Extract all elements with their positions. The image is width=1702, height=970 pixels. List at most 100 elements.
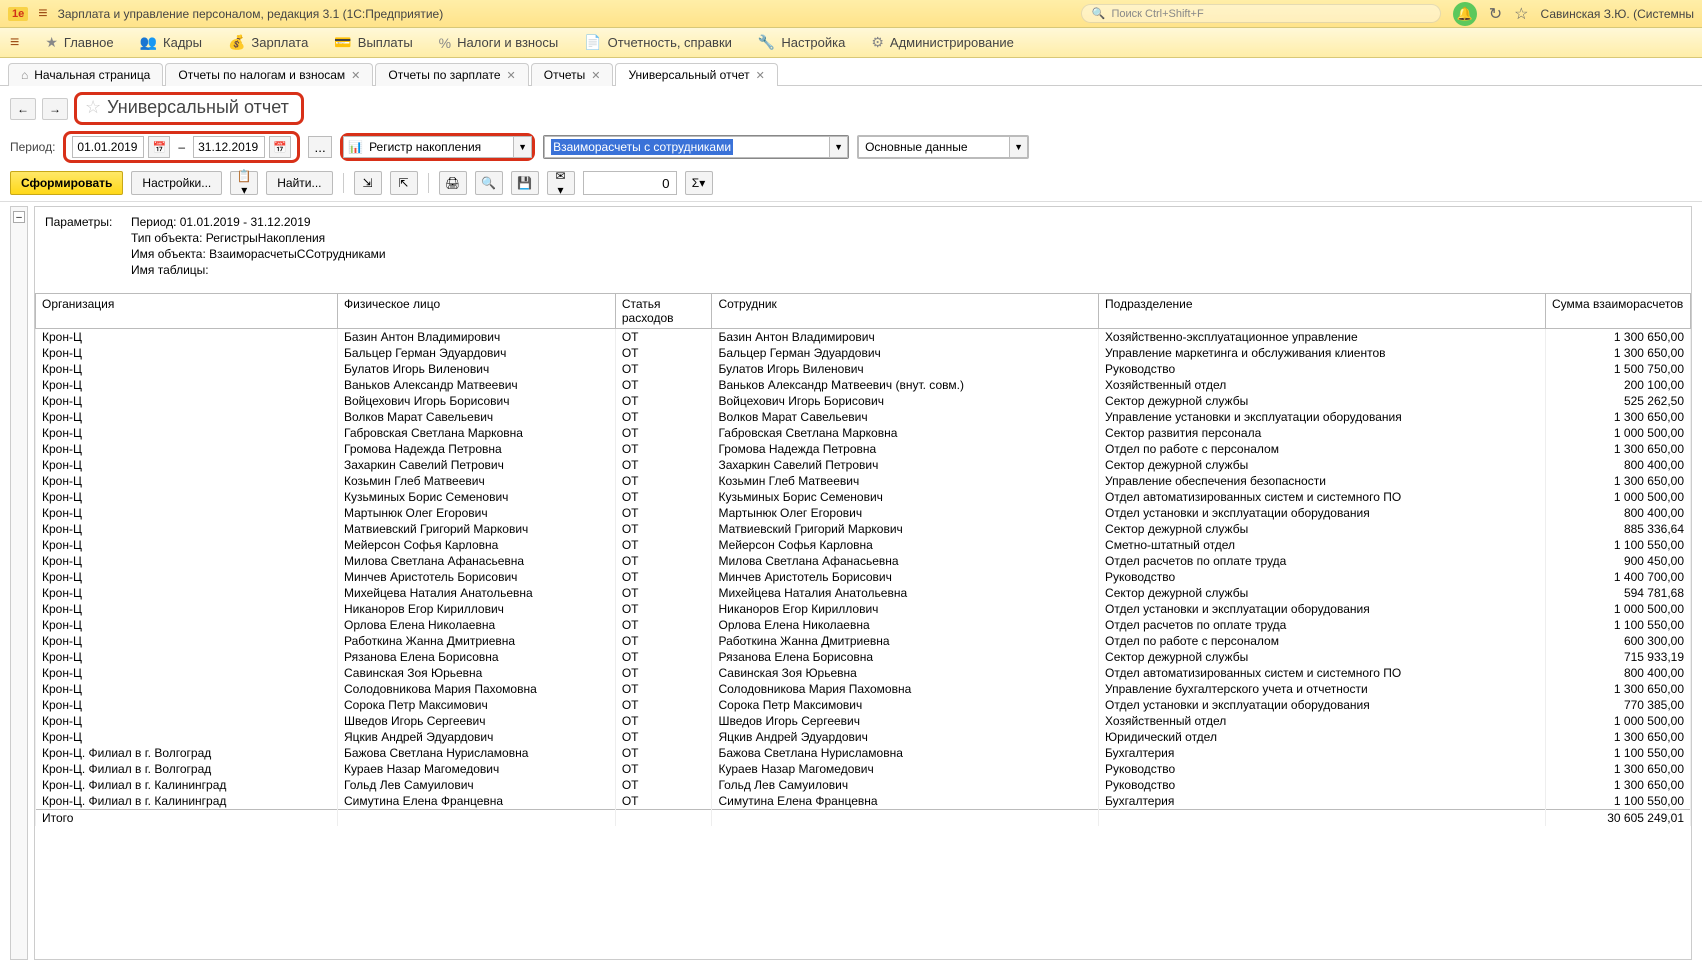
menu-item-kadry[interactable]: 👥Кадры xyxy=(140,34,202,51)
table-row[interactable]: Крон-ЦСорока Петр МаксимовичОТСорока Пет… xyxy=(36,697,1691,713)
table-row[interactable]: Крон-Ц. Филиал в г. ВолгоградКураев Наза… xyxy=(36,761,1691,777)
table-row[interactable]: Крон-Ц. Филиал в г. ВолгоградБажова Свет… xyxy=(36,745,1691,761)
th-podr[interactable]: Подразделение xyxy=(1099,294,1546,329)
collapse-button[interactable]: ⇱ xyxy=(390,171,418,195)
tab[interactable]: Универсальный отчет ✕ xyxy=(615,63,777,86)
table-row[interactable]: Крон-ЦМинчев Аристотель БорисовичОТМинче… xyxy=(36,569,1691,585)
date-from-input[interactable] xyxy=(72,136,144,158)
tab[interactable]: ⌂Начальная страница xyxy=(8,63,163,86)
th-sum[interactable]: Сумма взаиморасчетов xyxy=(1546,294,1691,329)
menu-item-nastroika[interactable]: 🔧Настройка xyxy=(758,34,845,51)
nav-forward-button[interactable]: → xyxy=(42,98,68,120)
star-outline-icon[interactable]: ☆ xyxy=(85,97,101,118)
table-row[interactable]: Крон-ЦМейерсон Софья КарловнаОТМейерсон … xyxy=(36,537,1691,553)
table-row[interactable]: Крон-ЦЗахаркин Савелий ПетровичОТЗахарки… xyxy=(36,457,1691,473)
table-row[interactable]: Крон-ЦЯцкив Андрей ЭдуардовичОТЯцкив Анд… xyxy=(36,729,1691,745)
table-row[interactable]: Крон-ЦБазин Антон ВладимировичОТБазин Ан… xyxy=(36,329,1691,346)
param-table: Имя таблицы: xyxy=(131,263,209,277)
table-row[interactable]: Крон-ЦБулатов Игорь ВиленовичОТБулатов И… xyxy=(36,361,1691,377)
tabs-bar: ⌂Начальная страницаОтчеты по налогам и в… xyxy=(0,58,1702,86)
calendar-to-icon[interactable]: 📅 xyxy=(269,136,291,158)
object-combo[interactable]: Взаиморасчеты с сотрудниками ▼ xyxy=(543,135,849,159)
table-row[interactable]: Крон-ЦМатвиевский Григорий МарковичОТМат… xyxy=(36,521,1691,537)
user-name: Савинская З.Ю. (Системны xyxy=(1541,7,1694,21)
expand-button[interactable]: ⇲ xyxy=(354,171,382,195)
tab[interactable]: Отчеты ✕ xyxy=(531,63,614,86)
register-combo[interactable]: 📊 Регистр накопления ▼ xyxy=(340,133,535,161)
menu-item-zarplata[interactable]: 💰Зарплата xyxy=(228,34,308,51)
separator xyxy=(343,173,344,193)
tab-label: Универсальный отчет xyxy=(628,68,749,82)
preview-button[interactable]: 🔍 xyxy=(475,171,503,195)
history-icon[interactable]: ↻ xyxy=(1489,4,1502,24)
table-row[interactable]: Крон-ЦКузьминых Борис СеменовичОТКузьмин… xyxy=(36,489,1691,505)
table-row[interactable]: Крон-ЦРязанова Елена БорисовнаОТРязанова… xyxy=(36,649,1691,665)
nav-back-button[interactable]: ← xyxy=(10,98,36,120)
th-sotr[interactable]: Сотрудник xyxy=(712,294,1099,329)
variants-button[interactable]: 📋▾ xyxy=(230,171,258,195)
table-row[interactable]: Крон-ЦКозьмин Глеб МатвеевичОТКозьмин Гл… xyxy=(36,473,1691,489)
find-button[interactable]: Найти... xyxy=(266,171,332,195)
toolbar: Сформировать Настройки... 📋▾ Найти... ⇲ … xyxy=(0,167,1702,202)
date-to-input[interactable] xyxy=(193,136,265,158)
chevron-down-icon[interactable]: ▼ xyxy=(1009,137,1027,157)
total-row: Итого30 605 249,01 xyxy=(36,810,1691,827)
generate-button[interactable]: Сформировать xyxy=(10,171,123,195)
close-icon[interactable]: ✕ xyxy=(591,69,600,82)
table-row[interactable]: Крон-ЦШведов Игорь СергеевичОТШведов Иго… xyxy=(36,713,1691,729)
th-stat[interactable]: Статья расходов xyxy=(615,294,712,329)
menu-item-otchet[interactable]: 📄Отчетность, справки xyxy=(584,34,732,51)
menu-item-main[interactable]: ★Главное xyxy=(45,34,113,51)
favorite-icon[interactable]: ☆ xyxy=(1514,4,1528,24)
menu-item-vyplaty[interactable]: 💳Выплаты xyxy=(334,34,412,51)
sigma-button[interactable]: Σ▾ xyxy=(685,171,713,195)
close-icon[interactable]: ✕ xyxy=(756,69,765,82)
report-body[interactable]: Параметры:Период: 01.01.2019 - 31.12.201… xyxy=(34,206,1692,960)
menu-item-admin[interactable]: ⚙Администрирование xyxy=(871,34,1014,51)
table-row[interactable]: Крон-ЦВаньков Александр МатвеевичОТВаньк… xyxy=(36,377,1691,393)
table-row[interactable]: Крон-Ц. Филиал в г. КалининградСимутина … xyxy=(36,793,1691,810)
chevron-down-icon[interactable]: ▼ xyxy=(513,137,531,157)
print-button[interactable]: 🖨 xyxy=(439,171,467,195)
main-menu: ≡ ★Главное 👥Кадры 💰Зарплата 💳Выплаты %На… xyxy=(0,28,1702,58)
table-row[interactable]: Крон-ЦГабровская Светлана МарковнаОТГабр… xyxy=(36,425,1691,441)
collapse-toggle[interactable]: – xyxy=(13,211,25,223)
global-search[interactable]: 🔍 Поиск Ctrl+Shift+F xyxy=(1081,4,1441,23)
table-row[interactable]: Крон-ЦОрлова Елена НиколаевнаОТОрлова Ел… xyxy=(36,617,1691,633)
calendar-from-icon[interactable]: 📅 xyxy=(148,136,170,158)
table-row[interactable]: Крон-ЦСолодовникова Мария ПахомовнаОТСол… xyxy=(36,681,1691,697)
settings-button[interactable]: Настройки... xyxy=(131,171,222,195)
table-row[interactable]: Крон-Ц. Филиал в г. КалининградГольд Лев… xyxy=(36,777,1691,793)
menu-item-nalogi[interactable]: %Налоги и взносы xyxy=(439,35,559,51)
hamburger-icon[interactable]: ≡ xyxy=(38,5,47,23)
th-fiz[interactable]: Физическое лицо xyxy=(338,294,616,329)
filter-row: Период: 📅 – 📅 ... 📊 Регистр накопления ▼… xyxy=(0,127,1702,167)
table-row[interactable]: Крон-ЦГромова Надежда ПетровнаОТГромова … xyxy=(36,441,1691,457)
tab[interactable]: Отчеты по зарплате✕ xyxy=(375,63,528,86)
table-row[interactable]: Крон-ЦВойцехович Игорь БорисовичОТВойцех… xyxy=(36,393,1691,409)
table-row[interactable]: Крон-ЦНиканоров Егор КирилловичОТНиканор… xyxy=(36,601,1691,617)
menu-toggle-icon[interactable]: ≡ xyxy=(10,34,19,52)
table-row[interactable]: Крон-ЦРаботкина Жанна ДмитриевнаОТРаботк… xyxy=(36,633,1691,649)
save-button[interactable]: 💾 xyxy=(511,171,539,195)
gear-icon: ⚙ xyxy=(871,34,884,51)
close-icon[interactable]: ✕ xyxy=(507,69,516,82)
period-dots-button[interactable]: ... xyxy=(308,136,332,158)
table-combo[interactable]: Основные данные ▼ xyxy=(857,135,1029,159)
mail-button[interactable]: ✉▾ xyxy=(547,171,575,195)
th-org[interactable]: Организация xyxy=(36,294,338,329)
close-icon[interactable]: ✕ xyxy=(351,69,360,82)
table-row[interactable]: Крон-ЦМихейцева Наталия АнатольевнаОТМих… xyxy=(36,585,1691,601)
tab[interactable]: Отчеты по налогам и взносам✕ xyxy=(165,63,373,86)
table-row[interactable]: Крон-ЦСавинская Зоя ЮрьевнаОТСавинская З… xyxy=(36,665,1691,681)
chevron-down-icon[interactable]: ▼ xyxy=(829,137,847,157)
table-row[interactable]: Крон-ЦМилова Светлана АфанасьевнаОТМилов… xyxy=(36,553,1691,569)
doc-icon: 📄 xyxy=(584,34,601,51)
table-row[interactable]: Крон-ЦМартынюк Олег ЕгоровичОТМартынюк О… xyxy=(36,505,1691,521)
sum-field[interactable] xyxy=(583,171,677,195)
table-row[interactable]: Крон-ЦБальцер Герман ЭдуардовичОТБальцер… xyxy=(36,345,1691,361)
tab-label: Отчеты xyxy=(544,68,585,82)
table-row[interactable]: Крон-ЦВолков Марат СавельевичОТВолков Ма… xyxy=(36,409,1691,425)
period-box: 📅 – 📅 xyxy=(63,131,300,163)
bell-icon[interactable]: 🔔 xyxy=(1453,2,1477,26)
